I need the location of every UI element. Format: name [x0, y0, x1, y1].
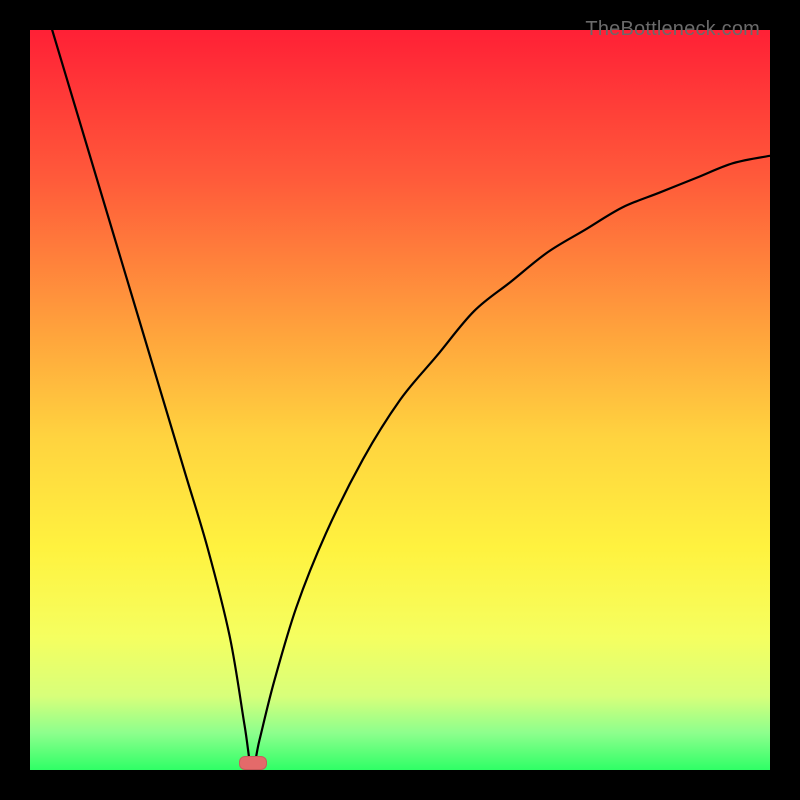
watermark-text: TheBottleneck.com: [585, 18, 760, 41]
chart-frame: TheBottleneck.com: [16, 16, 784, 784]
gradient-background: [30, 30, 770, 770]
plot-area: [30, 30, 770, 770]
optimum-marker: [239, 756, 267, 770]
